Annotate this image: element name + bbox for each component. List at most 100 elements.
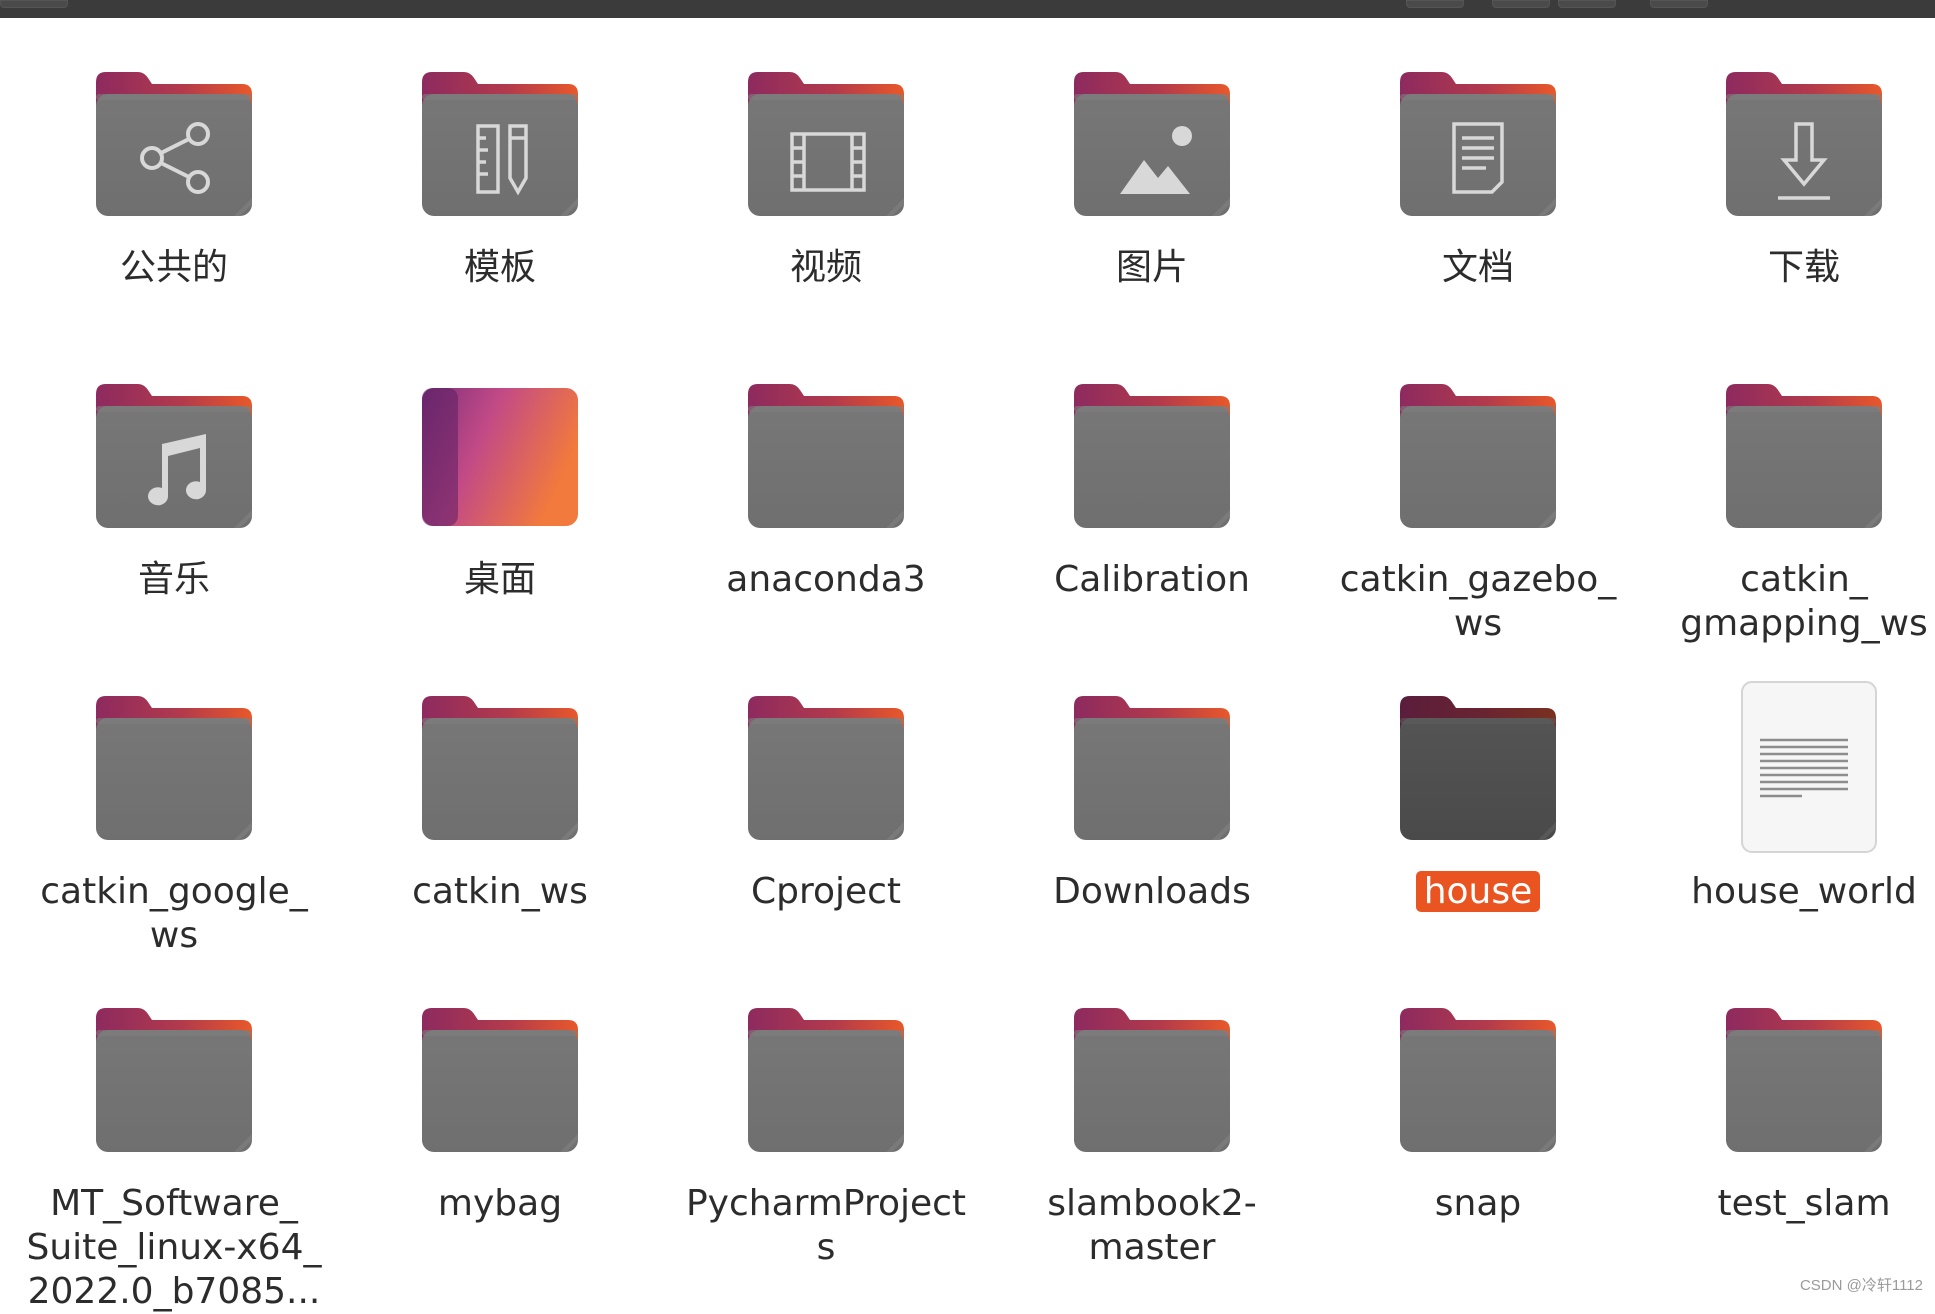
file-item-label: house xyxy=(1328,870,1628,914)
file-name: 文档 xyxy=(1442,247,1514,288)
file-grid: 公共的 模板 xyxy=(0,40,1935,1288)
file-item[interactable]: 模板 xyxy=(337,40,663,352)
file-item-label: house_world xyxy=(1654,870,1935,914)
file-item-label: 下载 xyxy=(1654,246,1935,290)
top-bar-button[interactable] xyxy=(1650,0,1708,8)
folder-icon xyxy=(1062,366,1242,546)
file-item[interactable]: 文档 xyxy=(1315,40,1641,352)
file-name: test_slam xyxy=(1717,1183,1890,1224)
file-item-label: 模板 xyxy=(350,246,650,290)
file-item[interactable]: 视频 xyxy=(663,40,989,352)
folder-selected-icon xyxy=(1388,678,1568,858)
file-name: 视频 xyxy=(790,247,862,288)
file-item[interactable]: 音乐 xyxy=(11,352,337,664)
file-item-label: catkin_google_ ws xyxy=(24,870,324,958)
file-item[interactable]: Calibration xyxy=(989,352,1315,664)
file-item[interactable]: mybag xyxy=(337,976,663,1288)
window-top-bar xyxy=(0,0,1935,18)
file-item[interactable]: 下载 xyxy=(1641,40,1935,352)
file-item-label: mybag xyxy=(350,1182,650,1226)
folder-icon xyxy=(410,990,590,1170)
file-name: snap xyxy=(1435,1183,1521,1224)
file-item[interactable]: catkin_gazebo_ ws xyxy=(1315,352,1641,664)
file-item[interactable]: 公共的 xyxy=(11,40,337,352)
top-bar-button[interactable] xyxy=(1558,0,1616,8)
file-item-label: test_slam xyxy=(1654,1182,1935,1226)
file-item-label: 桌面 xyxy=(350,558,650,602)
file-item[interactable]: test_slam xyxy=(1641,976,1935,1288)
file-name: 模板 xyxy=(464,247,536,288)
top-bar-button[interactable] xyxy=(0,0,68,8)
file-name: anaconda3 xyxy=(726,559,925,600)
file-item[interactable]: 图片 xyxy=(989,40,1315,352)
file-name: catkin_gazebo_ ws xyxy=(1340,559,1616,644)
folder-icon xyxy=(1714,990,1894,1170)
file-name: catkin_ws xyxy=(412,871,588,912)
file-item[interactable]: catkin_ws xyxy=(337,664,663,976)
file-item-label: MT_Software_ Suite_linux-x64_ 2022.0_b70… xyxy=(24,1182,324,1314)
file-item-label: 图片 xyxy=(1002,246,1302,290)
documents-folder-icon xyxy=(1388,54,1568,234)
file-item-label: 视频 xyxy=(676,246,976,290)
folder-icon xyxy=(1062,990,1242,1170)
file-name: catkin_google_ ws xyxy=(40,871,308,956)
file-name: house xyxy=(1416,871,1541,912)
folder-icon xyxy=(1388,366,1568,546)
text-file-icon xyxy=(1714,678,1894,858)
file-item-label: catkin_ gmapping_ws xyxy=(1654,558,1935,646)
file-name: house_world xyxy=(1691,871,1917,912)
file-item-label: Calibration xyxy=(1002,558,1302,602)
file-item[interactable]: catkin_ gmapping_ws xyxy=(1641,352,1935,664)
file-item-label: Cproject xyxy=(676,870,976,914)
file-item-label: 公共的 xyxy=(24,246,324,290)
file-item[interactable]: slambook2- master xyxy=(989,976,1315,1288)
file-name: Downloads xyxy=(1053,871,1251,912)
file-item[interactable]: Downloads xyxy=(989,664,1315,976)
file-item[interactable]: 桌面 xyxy=(337,352,663,664)
folder-icon xyxy=(1062,678,1242,858)
downloads-folder-icon xyxy=(1714,54,1894,234)
share-folder-icon xyxy=(84,54,264,234)
folder-icon xyxy=(84,990,264,1170)
file-item-label: slambook2- master xyxy=(1002,1182,1302,1270)
file-item[interactable]: snap xyxy=(1315,976,1641,1288)
folder-icon xyxy=(736,678,916,858)
pictures-folder-icon xyxy=(1062,54,1242,234)
folder-icon xyxy=(1714,366,1894,546)
top-bar-button[interactable] xyxy=(1406,0,1464,8)
file-name: 音乐 xyxy=(138,559,210,600)
file-name: Calibration xyxy=(1054,559,1250,600)
file-item[interactable]: anaconda3 xyxy=(663,352,989,664)
file-item[interactable]: catkin_google_ ws xyxy=(11,664,337,976)
top-bar-button[interactable] xyxy=(1492,0,1550,8)
file-item-label: Downloads xyxy=(1002,870,1302,914)
videos-folder-icon xyxy=(736,54,916,234)
file-name: 公共的 xyxy=(120,247,228,288)
file-item[interactable]: Cproject xyxy=(663,664,989,976)
file-item[interactable]: PycharmProject s xyxy=(663,976,989,1288)
file-item[interactable]: house_world xyxy=(1641,664,1935,976)
folder-icon xyxy=(1388,990,1568,1170)
file-item-label: PycharmProject s xyxy=(676,1182,976,1270)
music-folder-icon xyxy=(84,366,264,546)
folder-icon xyxy=(84,678,264,858)
file-item-label: 音乐 xyxy=(24,558,324,602)
file-item-label: 文档 xyxy=(1328,246,1628,290)
file-name: MT_Software_ Suite_linux-x64_ 2022.0_b70… xyxy=(27,1183,322,1312)
file-item-label: anaconda3 xyxy=(676,558,976,602)
file-item[interactable]: house xyxy=(1315,664,1641,976)
file-item-label: catkin_ws xyxy=(350,870,650,914)
file-name: catkin_ gmapping_ws xyxy=(1680,559,1928,644)
folder-icon xyxy=(736,990,916,1170)
file-item[interactable]: MT_Software_ Suite_linux-x64_ 2022.0_b70… xyxy=(11,976,337,1288)
templates-folder-icon xyxy=(410,54,590,234)
file-name: 桌面 xyxy=(464,559,536,600)
file-name: Cproject xyxy=(751,871,901,912)
folder-icon xyxy=(736,366,916,546)
watermark: CSDN @冷轩1112 xyxy=(1800,1274,1923,1295)
file-item-label: snap xyxy=(1328,1182,1628,1226)
file-name: 下载 xyxy=(1768,247,1840,288)
desktop-folder-icon xyxy=(410,366,590,546)
folder-icon xyxy=(410,678,590,858)
file-name: PycharmProject s xyxy=(686,1183,966,1268)
